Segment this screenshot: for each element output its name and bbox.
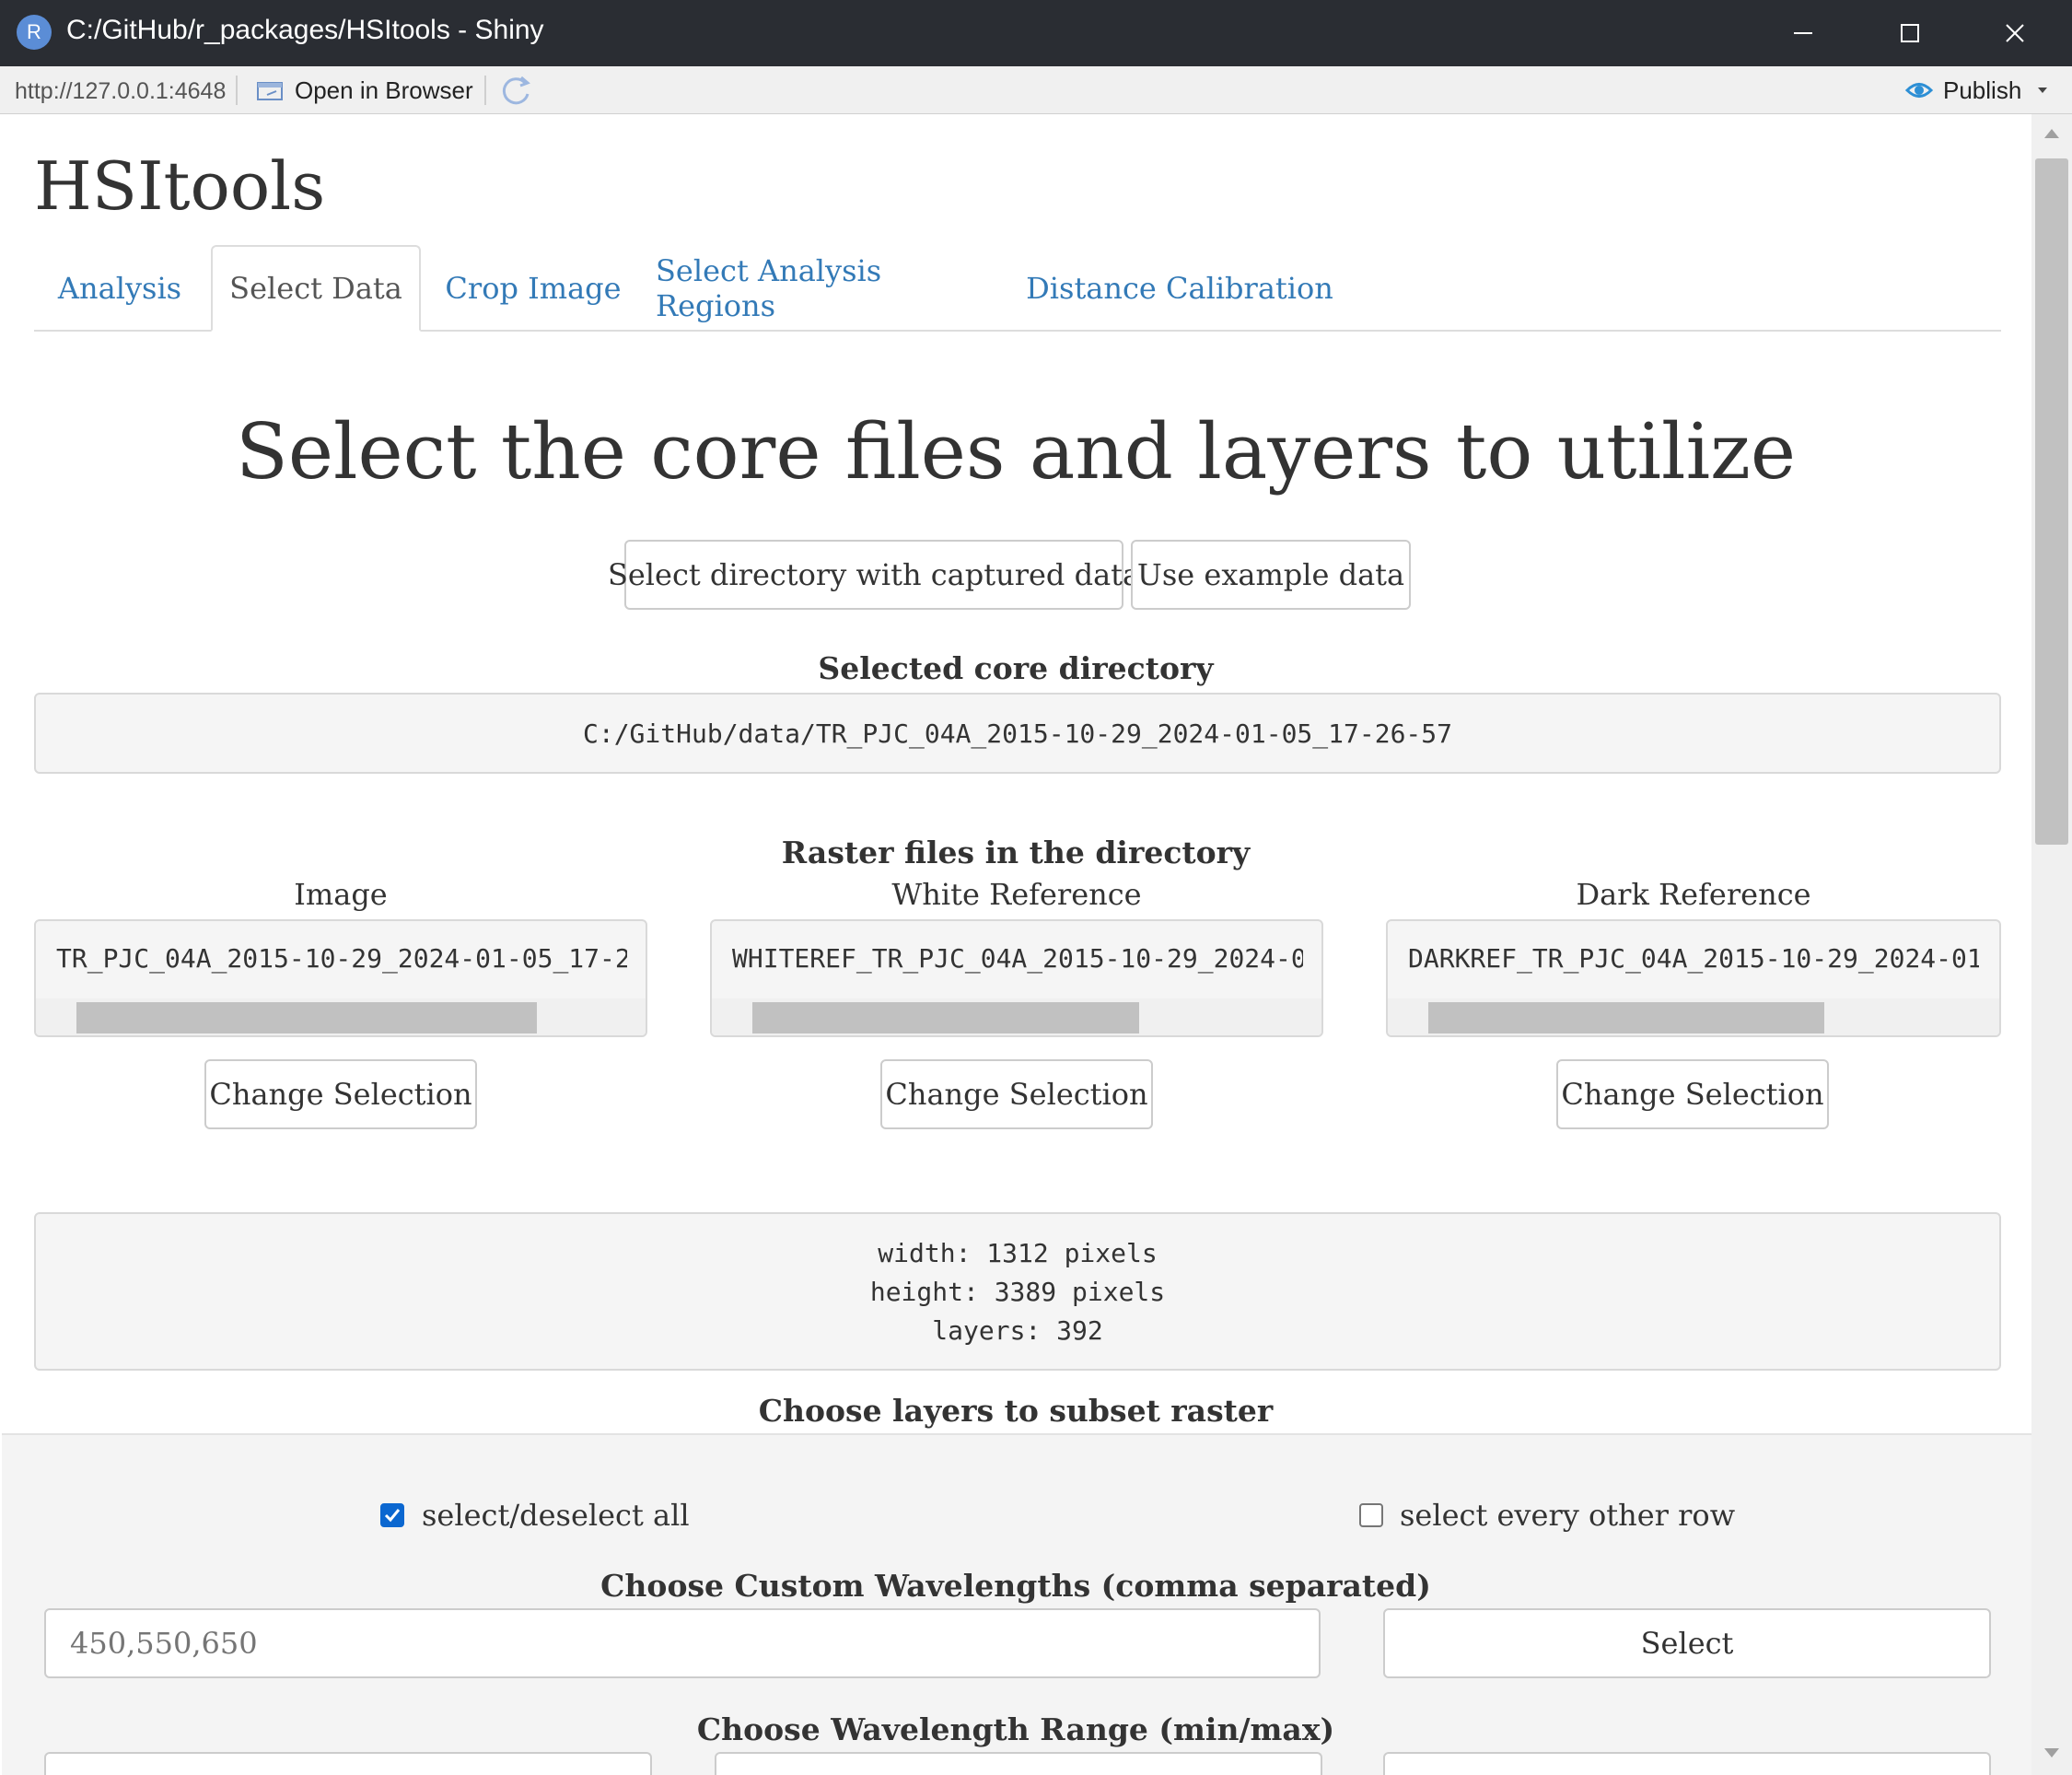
selected-directory-value: C:/GitHub/data/TR_PJC_04A_2015-10-29_202… <box>582 718 1452 749</box>
publish-icon <box>1904 83 1934 98</box>
dark-reference-file-output: DARKREF_TR_PJC_04A_2015-10-29_2024-01-05… <box>1386 919 2001 1037</box>
url-text: http://127.0.0.1:4648 <box>15 78 227 104</box>
app-title: HSItools <box>34 147 326 225</box>
close-icon <box>2006 24 2024 42</box>
scrollbar-thumb[interactable] <box>76 1002 537 1033</box>
selected-directory-box: C:/GitHub/data/TR_PJC_04A_2015-10-29_202… <box>34 693 2001 774</box>
open-in-browser-button[interactable]: Open in Browser <box>254 74 473 107</box>
change-white-reference-button[interactable]: Change Selection <box>880 1059 1153 1129</box>
scroll-up-arrow-icon[interactable] <box>2043 125 2061 140</box>
change-dark-reference-button[interactable]: Change Selection <box>1556 1059 1829 1129</box>
white-reference-file-name: WHITEREF_TR_PJC_04A_2015-10-29_2024-01-0… <box>732 943 1303 974</box>
tab-distance-calibration[interactable]: Distance Calibration <box>1024 245 1335 332</box>
image-file-name: TR_PJC_04A_2015-10-29_2024-01-05_17-26-5… <box>56 943 627 974</box>
open-in-browser-label: Open in Browser <box>295 76 473 104</box>
choose-layers-label: Choose layers to subset raster <box>758 1393 1274 1429</box>
every-other-row-checkbox[interactable] <box>1359 1503 1383 1527</box>
dark-reference-file-scrollbar[interactable] <box>1388 998 1999 1035</box>
publish-label: Publish <box>1943 76 2022 104</box>
white-reference-label: White Reference <box>891 877 1142 912</box>
window-title-bar: R C:/GitHub/r_packages/HSItools - Shiny <box>0 0 2072 66</box>
r-app-icon: R <box>17 15 52 50</box>
every-other-row-label[interactable]: select every other row <box>1400 1498 1735 1533</box>
toolbar-separator <box>236 76 238 105</box>
selected-directory-label: Selected core directory <box>818 650 1214 686</box>
image-file-output: TR_PJC_04A_2015-10-29_2024-01-05_17-26-5… <box>34 919 647 1037</box>
wavelength-range-button[interactable] <box>1383 1752 1991 1775</box>
image-label: Image <box>294 877 388 912</box>
raster-info-box: width: 1312 pixels height: 3389 pixels l… <box>34 1212 2001 1371</box>
page-heading: Select the core files and layers to util… <box>236 407 1796 496</box>
open-in-browser-icon <box>257 82 283 100</box>
custom-wavelengths-label: Choose Custom Wavelengths (comma separat… <box>600 1568 1431 1604</box>
window-title: C:/GitHub/r_packages/HSItools - Shiny <box>66 15 544 45</box>
wavelength-range-label: Choose Wavelength Range (min/max) <box>696 1711 1335 1747</box>
tab-analysis[interactable]: Analysis <box>34 245 205 332</box>
use-example-data-button[interactable]: Use example data <box>1131 540 1411 610</box>
minimize-icon <box>1794 32 1812 34</box>
publish-button[interactable]: Publish <box>1903 74 2056 107</box>
image-file-scrollbar[interactable] <box>36 998 646 1035</box>
minimize-button[interactable] <box>1750 0 1857 66</box>
raster-width-text: width: 1312 pixels <box>878 1238 1158 1268</box>
tab-select-data[interactable]: Select Data <box>211 245 421 332</box>
maximize-icon <box>1901 24 1919 42</box>
chevron-down-icon[interactable] <box>2029 76 2056 104</box>
custom-wavelengths-input[interactable] <box>44 1608 1321 1678</box>
tab-select-analysis-regions[interactable]: Select Analysis Regions <box>656 245 1000 332</box>
raster-layers-text: layers: 392 <box>932 1315 1103 1346</box>
white-reference-file-scrollbar[interactable] <box>712 998 1321 1035</box>
address-bar: http://127.0.0.1:4648 Open in Browser Pu… <box>0 66 2072 114</box>
tab-crop-image[interactable]: Crop Image <box>427 245 639 332</box>
select-all-label[interactable]: select/deselect all <box>422 1498 690 1533</box>
close-button[interactable] <box>1961 0 2068 66</box>
scrollbar-thumb[interactable] <box>1428 1002 1824 1033</box>
checkmark-icon <box>384 1509 401 1523</box>
maximize-button[interactable] <box>1857 0 1963 66</box>
scrollbar-thumb[interactable] <box>2035 158 2068 845</box>
refresh-icon <box>502 76 530 105</box>
scrollbar-thumb[interactable] <box>752 1002 1139 1033</box>
change-image-selection-button[interactable]: Change Selection <box>204 1059 477 1129</box>
white-reference-file-output: WHITEREF_TR_PJC_04A_2015-10-29_2024-01-0… <box>710 919 1323 1037</box>
wavelength-max-select[interactable] <box>715 1752 1322 1775</box>
toolbar-separator <box>484 76 486 105</box>
page-scrollbar[interactable] <box>2031 114 2072 1775</box>
raster-height-text: height: 3389 pixels <box>869 1277 1166 1307</box>
refresh-button[interactable] <box>497 72 536 109</box>
select-wavelengths-button[interactable]: Select <box>1383 1608 1991 1678</box>
select-all-checkbox[interactable] <box>380 1503 404 1527</box>
dark-reference-file-name: DARKREF_TR_PJC_04A_2015-10-29_2024-01-05… <box>1408 943 1979 974</box>
dark-reference-label: Dark Reference <box>1576 877 1811 912</box>
wavelength-min-select[interactable] <box>44 1752 652 1775</box>
select-directory-button[interactable]: Select directory with captured data <box>608 540 1140 610</box>
raster-files-label: Raster files in the directory <box>781 835 1251 870</box>
scroll-down-arrow-icon[interactable] <box>2043 1746 2061 1761</box>
